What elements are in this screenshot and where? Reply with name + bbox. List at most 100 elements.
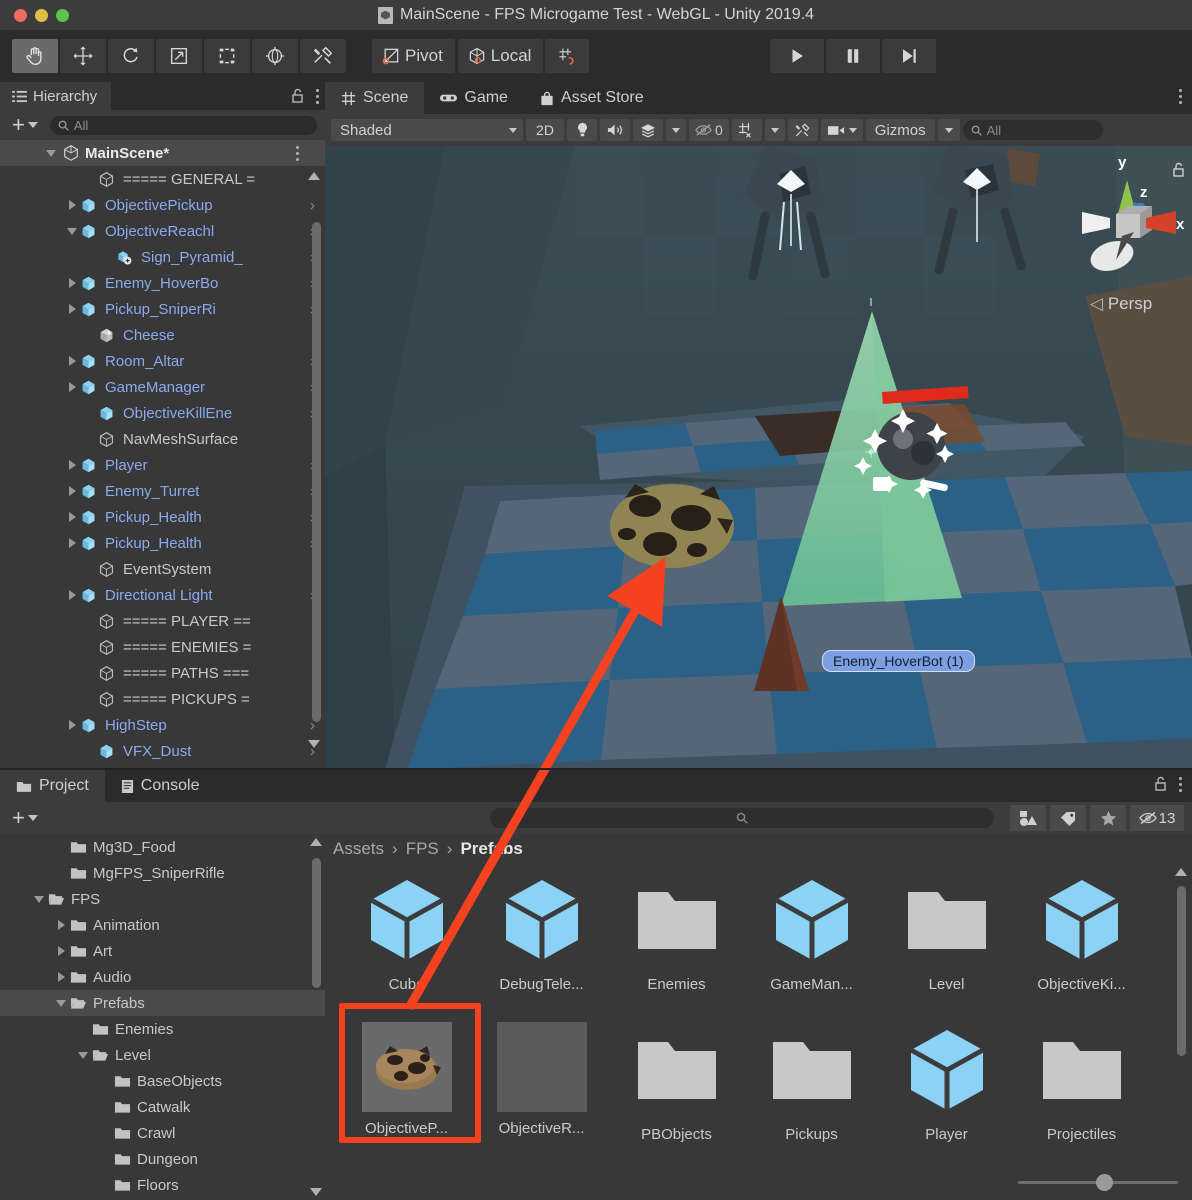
hidden-objects-button[interactable]: 0 bbox=[689, 119, 729, 141]
hand-tool-button[interactable] bbox=[12, 39, 58, 73]
project-folder-enemies[interactable]: Enemies bbox=[0, 1016, 325, 1042]
scene-search-input[interactable]: All bbox=[962, 120, 1103, 140]
chevron-right-icon[interactable] bbox=[64, 356, 80, 366]
chevron-right-icon[interactable] bbox=[64, 278, 80, 288]
scene-projection-label[interactable]: ◁ Persp bbox=[1090, 294, 1152, 314]
filter-by-type-button[interactable] bbox=[1010, 805, 1046, 831]
chevron-down-icon[interactable] bbox=[74, 1051, 92, 1059]
hierarchy-item-cheese[interactable]: Cheese bbox=[0, 322, 325, 348]
draw-mode-dropdown[interactable]: Shaded bbox=[331, 119, 523, 141]
asset-item[interactable]: GameMan... bbox=[744, 864, 879, 1014]
scene-camera-button[interactable] bbox=[820, 119, 863, 141]
hierarchy-item-room-altar[interactable]: Room_Altar› bbox=[0, 348, 325, 374]
hierarchy-item-objectivekillene[interactable]: ObjectiveKillEne› bbox=[0, 400, 325, 426]
asset-grid-scrollbar[interactable] bbox=[1175, 866, 1188, 1166]
project-folder-crawl[interactable]: Crawl bbox=[0, 1120, 325, 1146]
panel-divider[interactable] bbox=[0, 768, 1192, 770]
asset-grid-scroll-thumb[interactable] bbox=[1177, 886, 1186, 1056]
project-folder-level[interactable]: Level bbox=[0, 1042, 325, 1068]
scale-tool-button[interactable] bbox=[156, 39, 202, 73]
asset-item[interactable]: Pickups bbox=[744, 1014, 879, 1164]
local-toggle-button[interactable]: Local bbox=[457, 39, 544, 73]
tab-console[interactable]: Console bbox=[105, 770, 216, 802]
chevron-right-icon[interactable] bbox=[64, 382, 80, 392]
project-folder-animation[interactable]: Animation bbox=[0, 912, 325, 938]
chevron-right-icon[interactable] bbox=[64, 512, 80, 522]
scroll-up-arrow-icon[interactable] bbox=[1175, 868, 1187, 876]
project-menu-icon[interactable] bbox=[1178, 775, 1182, 793]
tab-hierarchy[interactable]: Hierarchy bbox=[0, 82, 112, 110]
chevron-right-icon[interactable] bbox=[64, 486, 80, 496]
lock-open-icon[interactable] bbox=[291, 88, 305, 104]
grid-visibility-button[interactable] bbox=[731, 119, 762, 141]
rotate-tool-button[interactable] bbox=[108, 39, 154, 73]
maximize-window-button[interactable] bbox=[56, 8, 69, 22]
scroll-up-arrow-icon[interactable] bbox=[310, 838, 322, 846]
zoom-slider-knob[interactable] bbox=[1096, 1173, 1113, 1191]
hierarchy-search-input[interactable]: All bbox=[49, 115, 317, 135]
grid-dropdown-button[interactable] bbox=[764, 119, 785, 141]
transform-tool-button[interactable] bbox=[252, 39, 298, 73]
close-window-button[interactable] bbox=[14, 8, 27, 22]
scroll-down-arrow-icon[interactable] bbox=[310, 1188, 322, 1196]
asset-item[interactable]: ObjectiveKi... bbox=[1014, 864, 1149, 1014]
hierarchy-item-navmeshsurface[interactable]: NavMeshSurface bbox=[0, 426, 325, 452]
asset-item[interactable]: Projectiles bbox=[1014, 1014, 1149, 1164]
asset-item[interactable]: Player bbox=[879, 1014, 1014, 1164]
pivot-toggle-button[interactable]: Pivot bbox=[372, 39, 455, 73]
project-asset-browser[interactable]: Assets › FPS › Prefabs Cube DebugTele... E… bbox=[325, 834, 1192, 1200]
toggle-2d-button[interactable]: 2D bbox=[526, 119, 564, 141]
play-button[interactable] bbox=[770, 39, 824, 73]
scroll-up-arrow-icon[interactable] bbox=[308, 172, 320, 180]
hierarchy-item-gamemanager[interactable]: GameManager› bbox=[0, 374, 325, 400]
hierarchy-item-general[interactable]: ===== GENERAL = bbox=[0, 166, 325, 192]
project-folder-catwalk[interactable]: Catwalk bbox=[0, 1094, 325, 1120]
hierarchy-item-enemies[interactable]: ===== ENEMIES = bbox=[0, 634, 325, 660]
hierarchy-item-pickup-health[interactable]: Pickup_Health› bbox=[0, 504, 325, 530]
asset-item[interactable]: Cube bbox=[339, 864, 474, 1014]
chevron-down-icon[interactable] bbox=[52, 999, 70, 1007]
breadcrumb-assets[interactable]: Assets bbox=[333, 839, 384, 859]
hierarchy-item-paths[interactable]: ===== PATHS === bbox=[0, 660, 325, 686]
project-search-input[interactable] bbox=[489, 808, 994, 828]
project-folder-audio[interactable]: Audio bbox=[0, 964, 325, 990]
scene-orientation-gizmo[interactable]: y z x ◁ Persp bbox=[1072, 154, 1184, 316]
chevron-right-icon[interactable] bbox=[64, 304, 80, 314]
move-tool-button[interactable] bbox=[60, 39, 106, 73]
chevron-right-icon[interactable] bbox=[64, 538, 80, 548]
chevron-down-icon[interactable] bbox=[30, 895, 48, 903]
project-add-button[interactable]: + bbox=[8, 807, 42, 829]
hierarchy-item-pickups[interactable]: ===== PICKUPS = bbox=[0, 686, 325, 712]
pause-button[interactable] bbox=[826, 39, 880, 73]
hierarchy-item-objectivereachl[interactable]: ObjectiveReachl› bbox=[0, 218, 325, 244]
project-tree-scrollbar[interactable] bbox=[310, 836, 323, 1198]
custom-tool-button[interactable] bbox=[300, 39, 346, 73]
scene-viewport[interactable]: Enemy_HoverBot (1) y z x ◁ Persp bbox=[325, 146, 1192, 770]
asset-item[interactable]: Level bbox=[879, 864, 1014, 1014]
hidden-assets-button[interactable]: 13 bbox=[1130, 805, 1184, 831]
toggle-audio-button[interactable] bbox=[600, 119, 630, 141]
window-controls[interactable] bbox=[0, 8, 69, 22]
project-folder-art[interactable]: Art bbox=[0, 938, 325, 964]
project-folder-baseobjects[interactable]: BaseObjects bbox=[0, 1068, 325, 1094]
asset-grid[interactable]: Cube DebugTele... Enemies GameMan... Level Ob… bbox=[325, 864, 1176, 1164]
breadcrumb[interactable]: Assets › FPS › Prefabs bbox=[325, 834, 1192, 864]
project-folder-mg3d_food[interactable]: Mg3D_Food bbox=[0, 834, 325, 860]
hierarchy-item-enemy-turret[interactable]: Enemy_Turret› bbox=[0, 478, 325, 504]
hierarchy-scrollbar[interactable] bbox=[308, 170, 323, 750]
project-folder-tree[interactable]: Mg3D_Food MgFPS_SniperRifle FPS Animation Ar… bbox=[0, 834, 325, 1200]
breadcrumb-fps[interactable]: FPS bbox=[406, 839, 439, 859]
hierarchy-item-eventsystem[interactable]: EventSystem bbox=[0, 556, 325, 582]
tab-asset-store[interactable]: Asset Store bbox=[524, 82, 660, 114]
hierarchy-scroll-thumb[interactable] bbox=[312, 222, 321, 722]
fx-dropdown-button[interactable] bbox=[666, 119, 686, 141]
step-button[interactable] bbox=[882, 39, 936, 73]
toggle-fx-button[interactable] bbox=[633, 119, 663, 141]
hierarchy-item-vfx-dust[interactable]: VFX_Dust › bbox=[0, 738, 325, 764]
hierarchy-item-pickup-sniperri[interactable]: Pickup_SniperRi› bbox=[0, 296, 325, 322]
asset-zoom-slider[interactable] bbox=[1018, 1172, 1178, 1192]
hierarchy-menu-icon[interactable] bbox=[315, 87, 319, 105]
minimize-window-button[interactable] bbox=[35, 8, 48, 22]
scene-menu-icon[interactable] bbox=[1178, 87, 1182, 105]
hierarchy-scene-row[interactable]: MainScene* bbox=[0, 140, 325, 166]
